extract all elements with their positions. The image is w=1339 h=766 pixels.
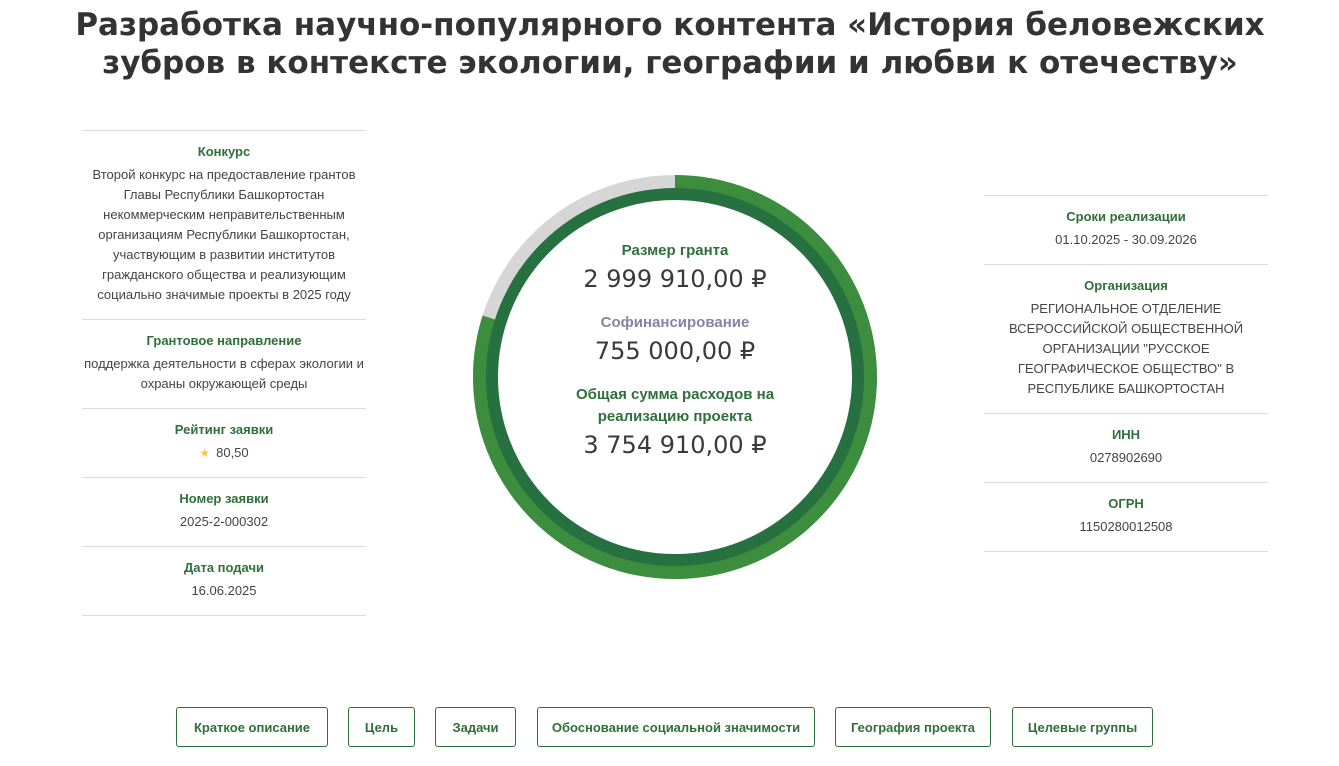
tab-target-groups[interactable]: Целевые группы [1012,707,1153,747]
info-value: 1150280012508 [1079,519,1173,534]
info-label: Конкурс [197,144,251,159]
info-value: 0278902690 [1089,450,1163,465]
cofinancing-amount: 755 000,00 ₽ [594,337,756,365]
info-submission-date: Дата подачи 16.06.2025 [82,546,366,616]
info-inn: ИНН 0278902690 [984,413,1268,482]
total-amount: 3 754 910,00 ₽ [583,431,767,459]
info-period: Сроки реализации 01.10.2025 - 30.09.2026 [984,195,1268,264]
funding-summary: Размер гранта 2 999 910,00 ₽ Софинансиро… [540,240,810,478]
grant-label: Размер гранта [621,242,729,259]
info-value: Второй конкурс на предоставление грантов… [92,167,356,302]
info-contest: Конкурс Второй конкурс на предоставление… [82,130,366,319]
info-label: Грантовое направление [146,333,302,348]
left-info-column: Конкурс Второй конкурс на предоставление… [82,130,366,616]
info-organization: Организация РЕГИОНАЛЬНОЕ ОТДЕЛЕНИЕ ВСЕРО… [984,264,1268,413]
info-value: 16.06.2025 [191,583,257,598]
tab-project-geography[interactable]: География проекта [835,707,991,747]
info-direction: Грантовое направление поддержка деятельн… [82,319,366,408]
info-label: Сроки реализации [1066,209,1186,224]
tab-goal[interactable]: Цель [348,707,415,747]
info-ogrn: ОГРН 1150280012508 [984,482,1268,552]
info-value: поддержка деятельности в сферах экологии… [84,356,364,391]
info-value: 80,50 [216,445,249,460]
info-value: 2025-2-000302 [179,514,269,529]
info-label: Рейтинг заявки [174,422,274,437]
page-title: Разработка научно-популярного контента «… [75,7,1265,81]
tab-short-description[interactable]: Краткое описание [176,707,328,747]
star-icon: ★ [199,446,211,460]
info-label: ИНН [1111,427,1141,442]
info-label: Номер заявки [179,491,269,506]
info-rating: Рейтинг заявки ★ 80,50 [82,408,366,477]
grant-amount: 2 999 910,00 ₽ [583,265,767,293]
total-label: Общая сумма расходов на реализацию проек… [575,386,775,425]
right-info-column: Сроки реализации 01.10.2025 - 30.09.2026… [984,195,1268,552]
tab-tasks[interactable]: Задачи [435,707,516,747]
info-application-number: Номер заявки 2025-2-000302 [82,477,366,546]
info-value: РЕГИОНАЛЬНОЕ ОТДЕЛЕНИЕ ВСЕРОССИЙСКОЙ ОБЩ… [1008,301,1244,396]
tab-social-significance[interactable]: Обоснование социальной значимости [537,707,815,747]
info-label: Дата подачи [183,560,265,575]
info-value: 01.10.2025 - 30.09.2026 [1055,232,1197,247]
info-label: Организация [1084,278,1168,293]
info-label: ОГРН [1108,496,1144,511]
cofinancing-label: Софинансирование [600,314,750,331]
